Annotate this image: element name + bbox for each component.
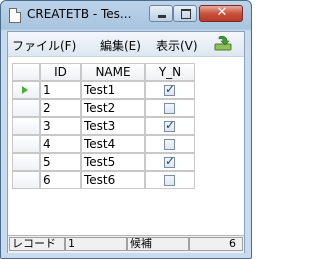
row-header[interactable]: [12, 171, 40, 189]
cell-id[interactable]: 6: [40, 171, 81, 189]
yn-checkbox[interactable]: ✓: [164, 118, 176, 132]
close-icon: ✕: [216, 5, 228, 20]
cell-yn: ✓: [145, 117, 195, 135]
cell-yn: [145, 171, 195, 189]
client-area: ファイル(F) 編集(E) 表示(V) ID NAME Y_N 1 Test1 ✓ 2…: [7, 31, 245, 253]
data-grid[interactable]: ID NAME Y_N 1 Test1 ✓ 2 Test2 3 Test3 ✓ 4 Test4 5 T…: [8, 57, 244, 235]
menu-file[interactable]: ファイル(F): [12, 37, 76, 54]
document-icon: [9, 8, 21, 23]
cell-yn: [145, 99, 195, 117]
window-title: CREATETB - Tes...: [27, 7, 132, 21]
app-window: CREATETB - Tes... ✕ ファイル(F) 編集(E) 表示(V) …: [0, 0, 252, 259]
yn-checkbox[interactable]: [164, 139, 175, 150]
cell-yn: ✓: [145, 153, 195, 171]
current-row-arrow-icon: [22, 86, 28, 94]
cell-yn: [145, 135, 195, 153]
cell-name[interactable]: Test3: [81, 117, 145, 135]
maximize-button[interactable]: [173, 5, 197, 22]
row-header[interactable]: [12, 135, 40, 153]
status-record-label: レコード: [9, 237, 65, 251]
cell-id[interactable]: 4: [40, 135, 81, 153]
status-candidate-value: 6: [189, 237, 243, 251]
menu-bar: ファイル(F) 編集(E) 表示(V): [8, 32, 244, 57]
cell-name[interactable]: Test5: [81, 153, 145, 171]
title-bar[interactable]: CREATETB - Tes... ✕: [1, 1, 251, 29]
cell-name[interactable]: Test4: [81, 135, 145, 153]
column-header-name[interactable]: NAME: [81, 63, 145, 81]
minimize-button[interactable]: [149, 5, 173, 22]
row-header[interactable]: [12, 99, 40, 117]
yn-checkbox[interactable]: [164, 175, 175, 186]
yn-checkbox[interactable]: ✓: [164, 154, 176, 168]
menu-edit[interactable]: 編集(E): [100, 37, 141, 54]
column-header-id[interactable]: ID: [40, 63, 81, 81]
corner-header: [12, 63, 40, 81]
cell-name[interactable]: Test2: [81, 99, 145, 117]
row-header[interactable]: [12, 81, 40, 99]
check-icon: ✓: [165, 118, 176, 132]
check-icon: ✓: [165, 82, 176, 96]
column-header-yn[interactable]: Y_N: [145, 63, 195, 81]
cell-yn: ✓: [145, 81, 195, 99]
menu-view[interactable]: 表示(V): [156, 37, 198, 54]
row-header[interactable]: [12, 153, 40, 171]
minimize-icon: [158, 15, 166, 18]
maximize-icon: [181, 9, 191, 19]
cell-id[interactable]: 1: [40, 81, 81, 99]
yn-checkbox[interactable]: [164, 103, 175, 114]
cell-id[interactable]: 3: [40, 117, 81, 135]
refresh-download-icon[interactable]: [214, 35, 232, 51]
cell-id[interactable]: 2: [40, 99, 81, 117]
cell-id[interactable]: 5: [40, 153, 81, 171]
cell-name[interactable]: Test1: [81, 81, 145, 99]
check-icon: ✓: [165, 154, 176, 168]
cell-name[interactable]: Test6: [81, 171, 145, 189]
row-header[interactable]: [12, 117, 40, 135]
status-record-value: 1: [65, 237, 127, 251]
status-bar: レコード 1 候補 6: [8, 235, 244, 253]
yn-checkbox[interactable]: ✓: [164, 82, 176, 96]
close-button[interactable]: ✕: [199, 5, 243, 22]
status-candidate-label: 候補: [127, 237, 189, 251]
